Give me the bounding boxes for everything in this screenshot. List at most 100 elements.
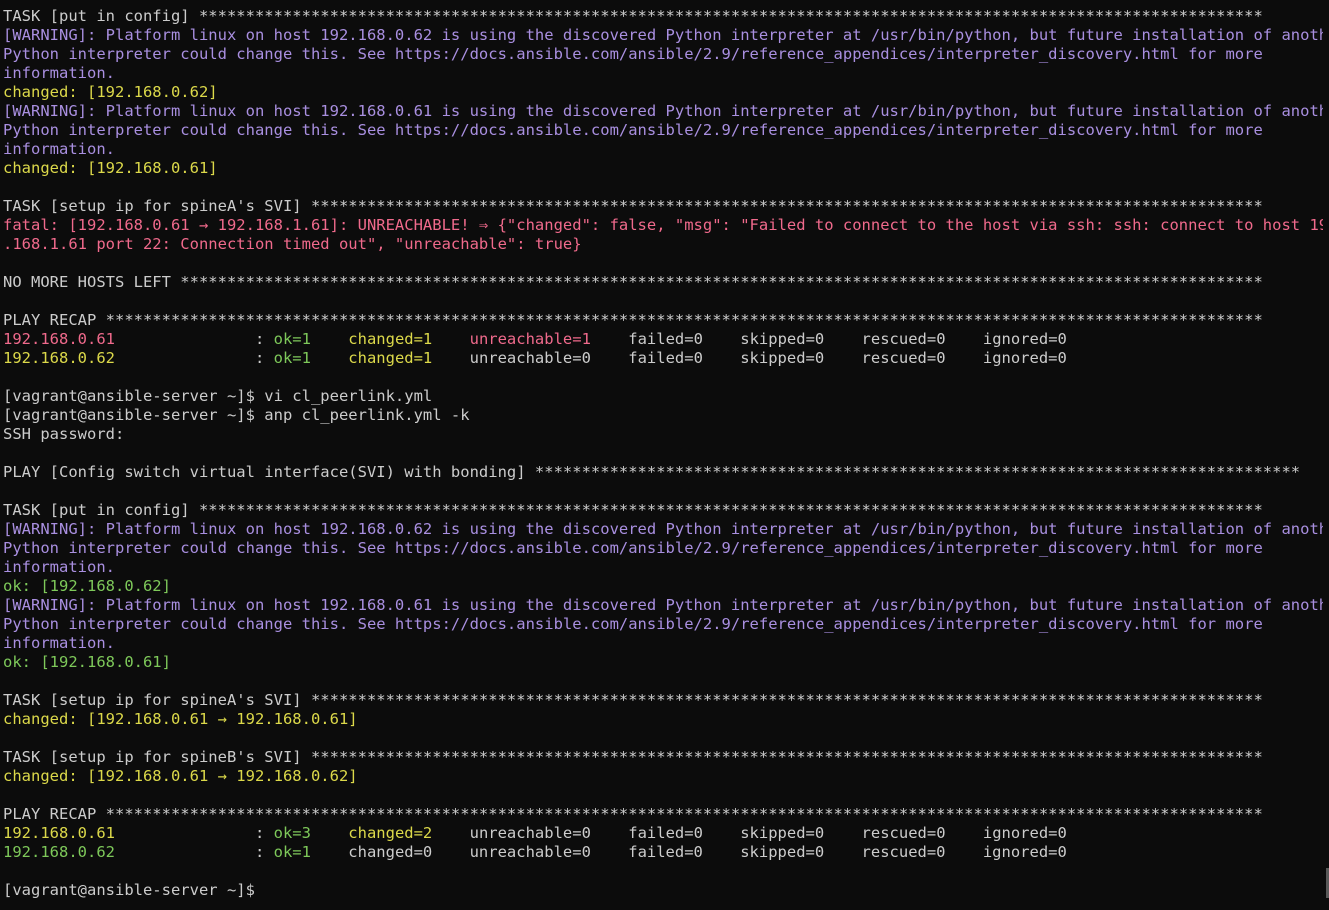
terminal-text: fatal: [192.168.0.61 → 192.168.1.61]: UN… [3, 216, 1323, 234]
terminal-line: [vagrant@ansible-server ~]$ anp cl_peerl… [3, 406, 1323, 425]
terminal-output[interactable]: TASK [put in config] *******************… [3, 7, 1323, 900]
terminal-line: information. [3, 64, 1323, 83]
terminal-text: changed: [192.168.0.61] [3, 159, 218, 177]
terminal-line: PLAY RECAP *****************************… [3, 311, 1323, 330]
terminal-text: [WARNING]: Platform linux on host 192.16… [3, 520, 1323, 538]
terminal-line: .168.1.61 port 22: Connection timed out"… [3, 235, 1323, 254]
terminal-line: TASK [setup ip for spineA's SVI] *******… [3, 691, 1323, 710]
terminal-line: Python interpreter could change this. Se… [3, 45, 1323, 64]
terminal-text: : [114, 330, 274, 348]
terminal-line: [WARNING]: Platform linux on host 192.16… [3, 102, 1323, 121]
terminal-text: TASK [setup ip for spineA's SVI] *******… [3, 691, 1263, 709]
terminal-line: [vagrant@ansible-server ~]$ vi cl_peerli… [3, 387, 1323, 406]
terminal-line: changed: [192.168.0.61 → 192.168.0.61] [3, 710, 1323, 729]
terminal-text: ok=1 [273, 349, 311, 367]
terminal-text: [WARNING]: Platform linux on host 192.16… [3, 26, 1323, 44]
terminal-line: Python interpreter could change this. Se… [3, 615, 1323, 634]
terminal-text: [WARNING]: Platform linux on host 192.16… [3, 596, 1323, 614]
terminal-text: ok=1 [273, 843, 311, 861]
terminal-line: TASK [put in config] *******************… [3, 7, 1323, 26]
terminal-line: information. [3, 634, 1323, 653]
terminal-line: 192.168.0.62 : ok=1 changed=0 unreachabl… [3, 843, 1323, 862]
terminal-text: TASK [setup ip for spineB's SVI] *******… [3, 748, 1263, 766]
terminal-text: ok=1 [273, 330, 311, 348]
terminal-line: PLAY [Config switch virtual interface(SV… [3, 463, 1323, 482]
terminal-line: [WARNING]: Platform linux on host 192.16… [3, 26, 1323, 45]
terminal-text: information. [3, 140, 115, 158]
terminal-line: PLAY RECAP *****************************… [3, 805, 1323, 824]
terminal-line: Python interpreter could change this. Se… [3, 539, 1323, 558]
terminal-text: unreachable=1 [469, 330, 591, 348]
terminal-line: TASK [setup ip for spineB's SVI] *******… [3, 748, 1323, 767]
terminal-text: [vagrant@ansible-server ~]$ [3, 881, 265, 899]
terminal-line: [WARNING]: Platform linux on host 192.16… [3, 596, 1323, 615]
terminal-text: information. [3, 634, 115, 652]
terminal-line: Python interpreter could change this. Se… [3, 121, 1323, 140]
terminal-text: 192.168.0.62 [3, 843, 115, 861]
terminal-text: unreachable=0 failed=0 skipped=0 rescued… [432, 824, 1067, 842]
terminal-text: changed: [192.168.0.61 → 192.168.0.61] [3, 710, 358, 728]
terminal-text: 192.168.0.62 [3, 349, 115, 367]
terminal-text: changed: [192.168.0.61 → 192.168.0.62] [3, 767, 358, 785]
terminal-text: ok: [192.168.0.62] [3, 577, 171, 595]
terminal-text: changed: [192.168.0.62] [3, 83, 218, 101]
terminal-text: failed=0 skipped=0 rescued=0 ignored=0 [590, 330, 1067, 348]
terminal-text: information. [3, 64, 115, 82]
terminal-text: 192.168.0.61 [3, 330, 115, 348]
terminal-text: changed=0 unreachable=0 failed=0 skipped… [310, 843, 1067, 861]
terminal-text: PLAY RECAP *****************************… [3, 311, 1263, 329]
terminal-text: 192.168.0.61 [3, 824, 115, 842]
terminal-text: Python interpreter could change this. Se… [3, 121, 1263, 139]
terminal-text: TASK [put in config] *******************… [3, 7, 1263, 25]
terminal-line: information. [3, 140, 1323, 159]
terminal-text: changed=1 [348, 330, 433, 348]
terminal-text: PLAY RECAP *****************************… [3, 805, 1263, 823]
terminal-text: [vagrant@ansible-server ~]$ anp cl_peerl… [3, 406, 470, 424]
terminal-text: : [114, 824, 274, 842]
terminal-line: TASK [put in config] *******************… [3, 501, 1323, 520]
terminal-text: : [114, 349, 274, 367]
terminal-text: .168.1.61 port 22: Connection timed out"… [3, 235, 582, 253]
terminal-text: TASK [put in config] *******************… [3, 501, 1263, 519]
terminal-line: 192.168.0.61 : ok=3 changed=2 unreachabl… [3, 824, 1323, 843]
terminal-line: fatal: [192.168.0.61 → 192.168.1.61]: UN… [3, 216, 1323, 235]
terminal-line: 192.168.0.62 : ok=1 changed=1 unreachabl… [3, 349, 1323, 368]
terminal-line: SSH password: [3, 425, 1323, 444]
terminal-text: [WARNING]: Platform linux on host 192.16… [3, 102, 1323, 120]
terminal-line: changed: [192.168.0.62] [3, 83, 1323, 102]
terminal-line: TASK [setup ip for spineA's SVI] *******… [3, 197, 1323, 216]
terminal-text: Python interpreter could change this. Se… [3, 539, 1263, 557]
terminal-line: 192.168.0.61 : ok=1 changed=1 unreachabl… [3, 330, 1323, 349]
shell-prompt[interactable]: [vagrant@ansible-server ~]$ [3, 881, 1323, 900]
terminal-text: PLAY [Config switch virtual interface(SV… [3, 463, 1301, 481]
terminal-text: NO MORE HOSTS LEFT *********************… [3, 273, 1263, 291]
terminal-text: SSH password: [3, 425, 125, 443]
terminal-text: changed=2 [348, 824, 433, 842]
terminal-text: : [114, 843, 274, 861]
terminal-text: changed=1 [348, 349, 433, 367]
terminal-text: Python interpreter could change this. Se… [3, 45, 1263, 63]
terminal-line: ok: [192.168.0.62] [3, 577, 1323, 596]
terminal-line: changed: [192.168.0.61 → 192.168.0.62] [3, 767, 1323, 786]
terminal-line: ok: [192.168.0.61] [3, 653, 1323, 672]
terminal-text: Python interpreter could change this. Se… [3, 615, 1263, 633]
terminal-text: unreachable=0 failed=0 skipped=0 rescued… [432, 349, 1067, 367]
terminal-line: NO MORE HOSTS LEFT *********************… [3, 273, 1323, 292]
terminal-text: [vagrant@ansible-server ~]$ vi cl_peerli… [3, 387, 433, 405]
terminal-text: ok=3 [273, 824, 311, 842]
terminal-line: information. [3, 558, 1323, 577]
